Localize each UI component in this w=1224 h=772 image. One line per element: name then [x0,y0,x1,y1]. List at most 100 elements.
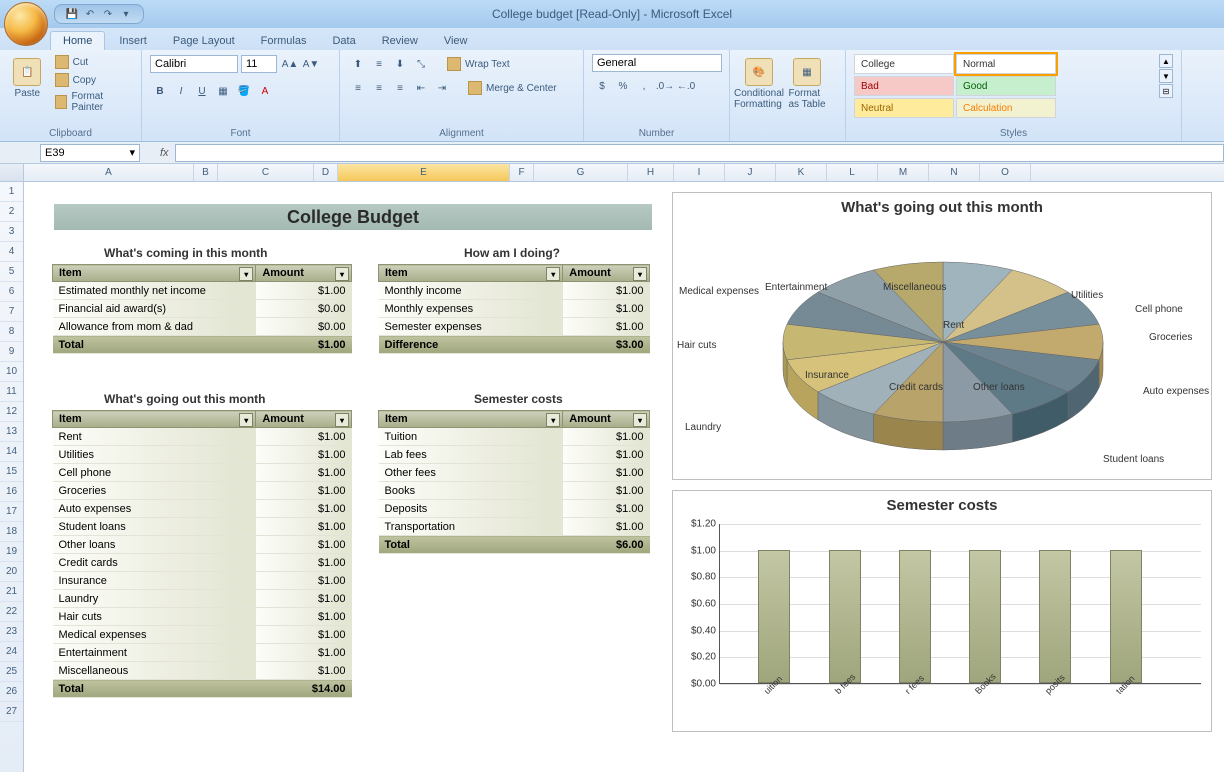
row-header[interactable]: 18 [0,522,23,542]
col-header[interactable]: C [218,164,314,181]
row-header[interactable]: 24 [0,642,23,662]
row-header[interactable]: 8 [0,322,23,342]
row-header[interactable]: 5 [0,262,23,282]
row-header[interactable]: 4 [0,242,23,262]
row-header[interactable]: 21 [0,582,23,602]
row-header[interactable]: 2 [0,202,23,222]
tab-view[interactable]: View [432,32,480,50]
col-header[interactable]: F [510,164,534,181]
col-header[interactable]: H [628,164,674,181]
style-cell[interactable]: Good [956,76,1056,96]
col-header[interactable]: G [534,164,628,181]
grow-font-button[interactable]: A▲ [280,54,300,74]
office-button[interactable] [4,2,48,46]
qat-dropdown-icon[interactable]: ▾ [119,7,133,21]
select-all-corner[interactable] [0,164,24,181]
format-painter-button[interactable]: Format Painter [53,90,133,114]
row-header[interactable]: 27 [0,702,23,722]
col-header[interactable]: B [194,164,218,181]
row-header[interactable]: 14 [0,442,23,462]
name-box[interactable]: E39▾ [40,144,140,162]
currency-button[interactable]: $ [592,76,612,96]
bar-chart[interactable]: Semester costs $0.00$0.20$0.40$0.60$0.80… [672,490,1212,732]
namebox-dropdown-icon[interactable]: ▾ [129,146,135,159]
cell-styles-gallery[interactable]: CollegeNormalBadGoodNeutralCalculation [854,54,1151,118]
col-header[interactable]: E [338,164,510,181]
row-header[interactable]: 3 [0,222,23,242]
row-header[interactable]: 11 [0,382,23,402]
col-header[interactable]: A [24,164,194,181]
fill-color-button[interactable]: 🪣 [234,81,254,101]
font-name-combo[interactable]: Calibri [150,55,238,73]
row-header[interactable]: 16 [0,482,23,502]
wrap-text-button[interactable]: Wrap Text [445,54,512,74]
worksheet-grid[interactable]: 1234567891011121314151617181920212223242… [0,182,1224,772]
tab-insert[interactable]: Insert [107,32,159,50]
col-header[interactable]: O [980,164,1031,181]
row-header[interactable]: 13 [0,422,23,442]
row-header[interactable]: 25 [0,662,23,682]
row-header[interactable]: 17 [0,502,23,522]
number-format-combo[interactable]: General [592,54,722,72]
coming-in-table[interactable]: Item▾Amount▾Estimated monthly net income… [52,264,352,354]
style-cell[interactable]: Normal [956,54,1056,74]
how-doing-table[interactable]: Item▾Amount▾Monthly income$1.00Monthly e… [378,264,650,354]
bold-button[interactable]: B [150,81,170,101]
style-cell[interactable]: College [854,54,954,74]
decrease-indent-button[interactable]: ⇤ [411,78,431,98]
row-header[interactable]: 20 [0,562,23,582]
increase-indent-button[interactable]: ⇥ [432,78,452,98]
decrease-decimal-button[interactable]: ←.0 [676,76,696,96]
row-header[interactable]: 12 [0,402,23,422]
comma-button[interactable]: , [634,76,654,96]
percent-button[interactable]: % [613,76,633,96]
row-header[interactable]: 1 [0,182,23,202]
align-bottom-button[interactable]: ⬇ [390,54,410,74]
format-as-table-button[interactable]: ▦Format as Table [786,54,828,114]
styles-scroll-down[interactable]: ▼ [1159,69,1173,83]
undo-icon[interactable]: ↶ [83,7,97,21]
formula-input[interactable] [175,144,1224,162]
tab-formulas[interactable]: Formulas [249,32,319,50]
orientation-button[interactable]: ⤡ [411,54,431,74]
row-header[interactable]: 7 [0,302,23,322]
col-header[interactable]: D [314,164,338,181]
align-right-button[interactable]: ≡ [390,78,410,98]
row-header[interactable]: 10 [0,362,23,382]
row-header[interactable]: 22 [0,602,23,622]
fx-icon[interactable]: fx [160,147,169,159]
shrink-font-button[interactable]: A▼ [301,54,321,74]
semester-table[interactable]: Item▾Amount▾Tuition$1.00Lab fees$1.00Oth… [378,410,650,554]
underline-button[interactable]: U [192,81,212,101]
pie-chart[interactable]: What's going out this month RentUtilitie… [672,192,1212,480]
tab-review[interactable]: Review [370,32,430,50]
paste-button[interactable]: 📋Paste [8,54,47,103]
save-icon[interactable]: 💾 [65,7,79,21]
row-header[interactable]: 6 [0,282,23,302]
row-header[interactable]: 15 [0,462,23,482]
col-header[interactable]: J [725,164,776,181]
align-center-button[interactable]: ≡ [369,78,389,98]
row-header[interactable]: 9 [0,342,23,362]
col-header[interactable]: L [827,164,878,181]
align-middle-button[interactable]: ≡ [369,54,389,74]
styles-more-button[interactable]: ⊟ [1159,84,1173,98]
align-left-button[interactable]: ≡ [348,78,368,98]
font-size-combo[interactable]: 11 [241,55,277,73]
row-header[interactable]: 19 [0,542,23,562]
align-top-button[interactable]: ⬆ [348,54,368,74]
col-header[interactable]: N [929,164,980,181]
style-cell[interactable]: Neutral [854,98,954,118]
italic-button[interactable]: I [171,81,191,101]
style-cell[interactable]: Calculation [956,98,1056,118]
cut-button[interactable]: Cut [53,54,133,70]
redo-icon[interactable]: ↷ [101,7,115,21]
conditional-formatting-button[interactable]: 🎨Conditional Formatting [738,54,780,114]
row-header[interactable]: 26 [0,682,23,702]
tab-home[interactable]: Home [50,31,105,50]
col-header[interactable]: M [878,164,929,181]
font-color-button[interactable]: A [255,81,275,101]
styles-scroll-up[interactable]: ▲ [1159,54,1173,68]
row-header[interactable]: 23 [0,622,23,642]
tab-data[interactable]: Data [320,32,367,50]
